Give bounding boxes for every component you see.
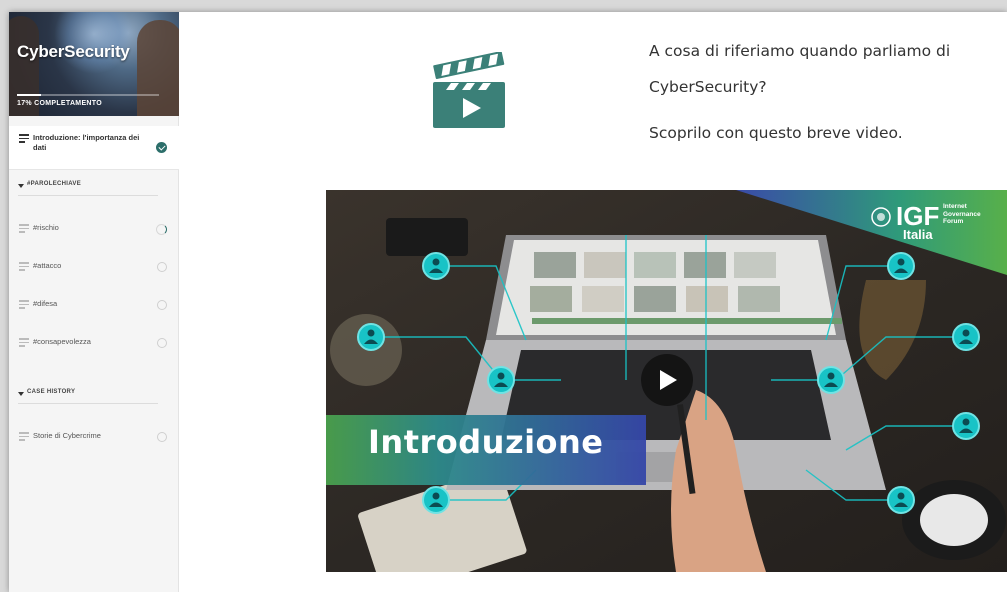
section-title: #PAROLECHIAVE bbox=[27, 181, 82, 187]
lesson-label: #difesa bbox=[33, 299, 58, 308]
progress-ring-icon bbox=[156, 224, 167, 235]
course-title[interactable]: CyberSecurity bbox=[17, 42, 130, 62]
lesson-label: Storie di Cybercrime bbox=[33, 431, 101, 440]
user-node-icon bbox=[887, 252, 915, 280]
logo-text: Forum bbox=[943, 218, 964, 225]
course-progress-bar bbox=[17, 94, 159, 96]
intro-cta: Scoprilo con questo breve video. bbox=[649, 124, 903, 142]
check-icon bbox=[156, 142, 167, 153]
course-header: CyberSecurity 17% COMPLETAMENTO bbox=[9, 12, 179, 116]
video-thumbnail bbox=[326, 190, 1007, 572]
intro-question-cont: CyberSecurity? bbox=[649, 78, 767, 96]
logo-text: Governance bbox=[943, 210, 981, 218]
clapperboard-icon bbox=[433, 52, 505, 128]
lesson-item-consapevolezza[interactable]: #consapevolezza bbox=[9, 326, 179, 370]
app-window: CyberSecurity 17% COMPLETAMENTO Introduz… bbox=[9, 12, 1007, 592]
divider bbox=[18, 403, 158, 404]
user-node-icon bbox=[422, 252, 450, 280]
lesson-item-introduzione[interactable]: Introduzione: l'importanza dei dati bbox=[9, 126, 179, 170]
lesson-label-line: Introduzione: l'importanza dei bbox=[33, 133, 140, 142]
logo-text: Internet bbox=[943, 203, 967, 210]
section-title: CASE HISTORY bbox=[27, 389, 76, 395]
menu-lines-icon bbox=[19, 300, 29, 309]
user-node-icon bbox=[952, 412, 980, 440]
caret-down-icon bbox=[18, 184, 24, 188]
igf-logo: IGF bbox=[896, 201, 940, 231]
menu-lines-icon bbox=[19, 262, 29, 271]
igf-logo-country: Italia bbox=[903, 227, 933, 242]
lesson-label: #rischio bbox=[33, 223, 59, 232]
course-progress-fill bbox=[17, 94, 42, 96]
intro-question: A cosa di riferiamo quando parliamo di bbox=[649, 42, 951, 60]
menu-lines-icon bbox=[19, 432, 29, 441]
lesson-item-storie-di-cybercrime[interactable]: Storie di Cybercrime bbox=[9, 420, 179, 464]
status-circle-icon bbox=[157, 338, 167, 348]
user-node-icon bbox=[887, 486, 915, 514]
header-photo-person bbox=[137, 20, 179, 116]
course-progress-label: 17% COMPLETAMENTO bbox=[17, 100, 102, 107]
user-node-icon bbox=[422, 486, 450, 514]
menu-lines-icon bbox=[19, 134, 29, 143]
video-caption: Introduzione bbox=[368, 423, 604, 461]
user-node-icon bbox=[952, 323, 980, 351]
course-sidebar: CyberSecurity 17% COMPLETAMENTO Introduz… bbox=[9, 12, 179, 592]
status-circle-icon bbox=[157, 262, 167, 272]
lesson-label: #consapevolezza bbox=[33, 337, 91, 346]
user-node-icon bbox=[487, 366, 515, 394]
user-node-icon bbox=[357, 323, 385, 351]
igf-logo-subtitle: Internet Governance Forum bbox=[943, 203, 981, 226]
section-toggle-parolechiave[interactable]: #PAROLECHIAVE bbox=[9, 178, 179, 198]
lesson-label: #attacco bbox=[33, 261, 62, 270]
lesson-label-line: dati bbox=[33, 143, 47, 152]
section-toggle-case-history[interactable]: CASE HISTORY bbox=[9, 386, 179, 406]
lesson-label: Introduzione: l'importanza dei dati bbox=[33, 133, 139, 153]
caret-down-icon bbox=[18, 392, 24, 396]
status-circle-icon bbox=[157, 432, 167, 442]
menu-lines-icon bbox=[19, 224, 29, 233]
user-node-icon bbox=[817, 366, 845, 394]
menu-lines-icon bbox=[19, 338, 29, 347]
status-circle-icon bbox=[157, 300, 167, 310]
video-player[interactable]: Introduzione IGF Internet Governance For… bbox=[326, 190, 1007, 572]
divider bbox=[18, 195, 158, 196]
